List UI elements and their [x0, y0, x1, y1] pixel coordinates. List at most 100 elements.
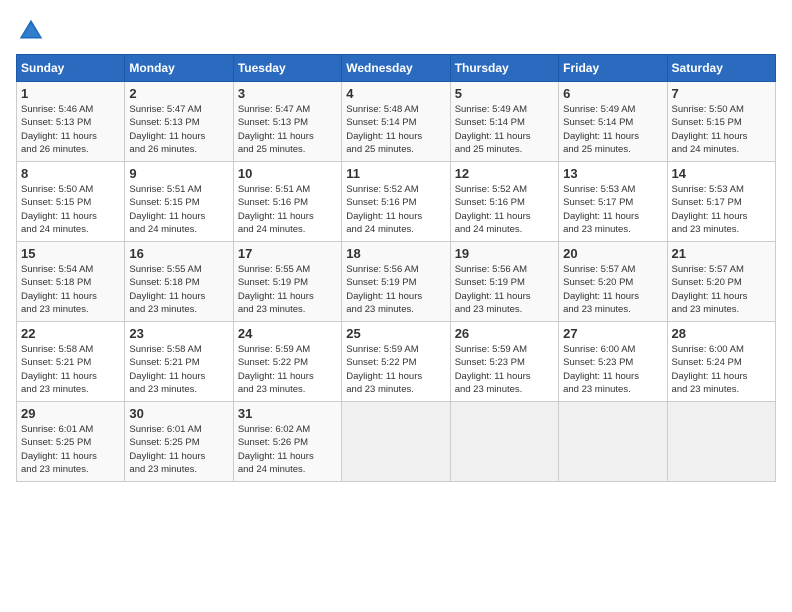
calendar-week-2: 8 Sunrise: 5:50 AM Sunset: 5:15 PM Daylig… [17, 162, 776, 242]
day-number: 23 [129, 326, 228, 341]
day-number: 21 [672, 246, 771, 261]
calendar-header-row: SundayMondayTuesdayWednesdayThursdayFrid… [17, 55, 776, 82]
day-info: Sunrise: 6:01 AM Sunset: 5:25 PM Dayligh… [129, 423, 228, 476]
calendar-week-3: 15 Sunrise: 5:54 AM Sunset: 5:18 PM Dayli… [17, 242, 776, 322]
day-number: 20 [563, 246, 662, 261]
day-info: Sunrise: 6:00 AM Sunset: 5:24 PM Dayligh… [672, 343, 771, 396]
day-number: 27 [563, 326, 662, 341]
day-number: 3 [238, 86, 337, 101]
day-info: Sunrise: 5:58 AM Sunset: 5:21 PM Dayligh… [129, 343, 228, 396]
day-number: 28 [672, 326, 771, 341]
day-info: Sunrise: 5:52 AM Sunset: 5:16 PM Dayligh… [455, 183, 554, 236]
day-number: 31 [238, 406, 337, 421]
day-info: Sunrise: 5:59 AM Sunset: 5:23 PM Dayligh… [455, 343, 554, 396]
calendar-cell: 6Sunrise: 5:49 AM Sunset: 5:14 PM Daylig… [559, 82, 667, 162]
day-info: Sunrise: 5:46 AM Sunset: 5:13 PM Dayligh… [21, 103, 120, 156]
day-info: Sunrise: 5:49 AM Sunset: 5:14 PM Dayligh… [563, 103, 662, 156]
calendar-cell: 29 Sunrise: 6:01 AM Sunset: 5:25 PM Dayli… [17, 402, 125, 482]
calendar-header-sunday: Sunday [17, 55, 125, 82]
day-number: 13 [563, 166, 662, 181]
day-info: Sunrise: 5:57 AM Sunset: 5:20 PM Dayligh… [563, 263, 662, 316]
day-number: 14 [672, 166, 771, 181]
calendar-cell: 26Sunrise: 5:59 AM Sunset: 5:23 PM Dayli… [450, 322, 558, 402]
day-info: Sunrise: 5:57 AM Sunset: 5:20 PM Dayligh… [672, 263, 771, 316]
calendar-cell: 10Sunrise: 5:51 AM Sunset: 5:16 PM Dayli… [233, 162, 341, 242]
day-info: Sunrise: 5:53 AM Sunset: 5:17 PM Dayligh… [672, 183, 771, 236]
calendar-cell: 30 Sunrise: 6:01 AM Sunset: 5:25 PM Dayli… [125, 402, 233, 482]
header [16, 16, 776, 46]
calendar-cell: 3Sunrise: 5:47 AM Sunset: 5:13 PM Daylig… [233, 82, 341, 162]
logo-icon [16, 16, 46, 46]
calendar-week-1: 1Sunrise: 5:46 AM Sunset: 5:13 PM Daylig… [17, 82, 776, 162]
day-number: 18 [346, 246, 445, 261]
calendar-cell: 2Sunrise: 5:47 AM Sunset: 5:13 PM Daylig… [125, 82, 233, 162]
calendar-cell: 15 Sunrise: 5:54 AM Sunset: 5:18 PM Dayli… [17, 242, 125, 322]
day-number: 12 [455, 166, 554, 181]
calendar-cell: 20 Sunrise: 5:57 AM Sunset: 5:20 PM Dayli… [559, 242, 667, 322]
day-number: 19 [455, 246, 554, 261]
calendar-cell: 11 Sunrise: 5:52 AM Sunset: 5:16 PM Dayli… [342, 162, 450, 242]
calendar-cell: 25 Sunrise: 5:59 AM Sunset: 5:22 PM Dayli… [342, 322, 450, 402]
calendar-cell: 14 Sunrise: 5:53 AM Sunset: 5:17 PM Dayli… [667, 162, 775, 242]
calendar-cell: 16 Sunrise: 5:55 AM Sunset: 5:18 PM Dayli… [125, 242, 233, 322]
calendar-week-4: 22 Sunrise: 5:58 AM Sunset: 5:21 PM Dayli… [17, 322, 776, 402]
calendar-body: 1Sunrise: 5:46 AM Sunset: 5:13 PM Daylig… [17, 82, 776, 482]
day-number: 5 [455, 86, 554, 101]
calendar-cell [342, 402, 450, 482]
day-number: 11 [346, 166, 445, 181]
calendar-cell: 12 Sunrise: 5:52 AM Sunset: 5:16 PM Dayli… [450, 162, 558, 242]
day-info: Sunrise: 5:52 AM Sunset: 5:16 PM Dayligh… [346, 183, 445, 236]
calendar-cell: 27 Sunrise: 6:00 AM Sunset: 5:23 PM Dayli… [559, 322, 667, 402]
day-number: 7 [672, 86, 771, 101]
day-number: 17 [238, 246, 337, 261]
day-number: 4 [346, 86, 445, 101]
day-number: 16 [129, 246, 228, 261]
day-info: Sunrise: 5:50 AM Sunset: 5:15 PM Dayligh… [672, 103, 771, 156]
day-info: Sunrise: 6:02 AM Sunset: 5:26 PM Dayligh… [238, 423, 337, 476]
day-number: 24 [238, 326, 337, 341]
day-number: 25 [346, 326, 445, 341]
day-number: 2 [129, 86, 228, 101]
day-number: 30 [129, 406, 228, 421]
calendar-cell: 31 Sunrise: 6:02 AM Sunset: 5:26 PM Dayli… [233, 402, 341, 482]
logo [16, 16, 50, 46]
calendar-cell: 28 Sunrise: 6:00 AM Sunset: 5:24 PM Dayli… [667, 322, 775, 402]
calendar-cell: 1Sunrise: 5:46 AM Sunset: 5:13 PM Daylig… [17, 82, 125, 162]
day-info: Sunrise: 5:50 AM Sunset: 5:15 PM Dayligh… [21, 183, 120, 236]
calendar-header-monday: Monday [125, 55, 233, 82]
day-number: 22 [21, 326, 120, 341]
calendar-header-wednesday: Wednesday [342, 55, 450, 82]
calendar-cell [450, 402, 558, 482]
day-number: 29 [21, 406, 120, 421]
calendar-table: SundayMondayTuesdayWednesdayThursdayFrid… [16, 54, 776, 482]
day-number: 15 [21, 246, 120, 261]
calendar-cell: 23 Sunrise: 5:58 AM Sunset: 5:21 PM Dayli… [125, 322, 233, 402]
calendar-cell: 4 Sunrise: 5:48 AM Sunset: 5:14 PM Daylig… [342, 82, 450, 162]
day-info: Sunrise: 5:58 AM Sunset: 5:21 PM Dayligh… [21, 343, 120, 396]
calendar-cell: 24 Sunrise: 5:59 AM Sunset: 5:22 PM Dayli… [233, 322, 341, 402]
day-info: Sunrise: 5:55 AM Sunset: 5:18 PM Dayligh… [129, 263, 228, 316]
calendar-cell: 9Sunrise: 5:51 AM Sunset: 5:15 PM Daylig… [125, 162, 233, 242]
calendar-cell [667, 402, 775, 482]
calendar-cell: 8 Sunrise: 5:50 AM Sunset: 5:15 PM Daylig… [17, 162, 125, 242]
day-number: 9 [129, 166, 228, 181]
calendar-cell: 17Sunrise: 5:55 AM Sunset: 5:19 PM Dayli… [233, 242, 341, 322]
calendar-header-thursday: Thursday [450, 55, 558, 82]
day-info: Sunrise: 5:56 AM Sunset: 5:19 PM Dayligh… [455, 263, 554, 316]
calendar-header-saturday: Saturday [667, 55, 775, 82]
day-number: 10 [238, 166, 337, 181]
day-info: Sunrise: 5:49 AM Sunset: 5:14 PM Dayligh… [455, 103, 554, 156]
calendar-header-tuesday: Tuesday [233, 55, 341, 82]
calendar-cell: 18Sunrise: 5:56 AM Sunset: 5:19 PM Dayli… [342, 242, 450, 322]
calendar-cell: 7 Sunrise: 5:50 AM Sunset: 5:15 PM Daylig… [667, 82, 775, 162]
calendar-header-friday: Friday [559, 55, 667, 82]
day-info: Sunrise: 6:00 AM Sunset: 5:23 PM Dayligh… [563, 343, 662, 396]
day-info: Sunrise: 5:48 AM Sunset: 5:14 PM Dayligh… [346, 103, 445, 156]
day-info: Sunrise: 6:01 AM Sunset: 5:25 PM Dayligh… [21, 423, 120, 476]
day-info: Sunrise: 5:59 AM Sunset: 5:22 PM Dayligh… [238, 343, 337, 396]
day-info: Sunrise: 5:54 AM Sunset: 5:18 PM Dayligh… [21, 263, 120, 316]
day-info: Sunrise: 5:59 AM Sunset: 5:22 PM Dayligh… [346, 343, 445, 396]
day-number: 8 [21, 166, 120, 181]
calendar-cell: 19 Sunrise: 5:56 AM Sunset: 5:19 PM Dayli… [450, 242, 558, 322]
calendar-cell: 21 Sunrise: 5:57 AM Sunset: 5:20 PM Dayli… [667, 242, 775, 322]
